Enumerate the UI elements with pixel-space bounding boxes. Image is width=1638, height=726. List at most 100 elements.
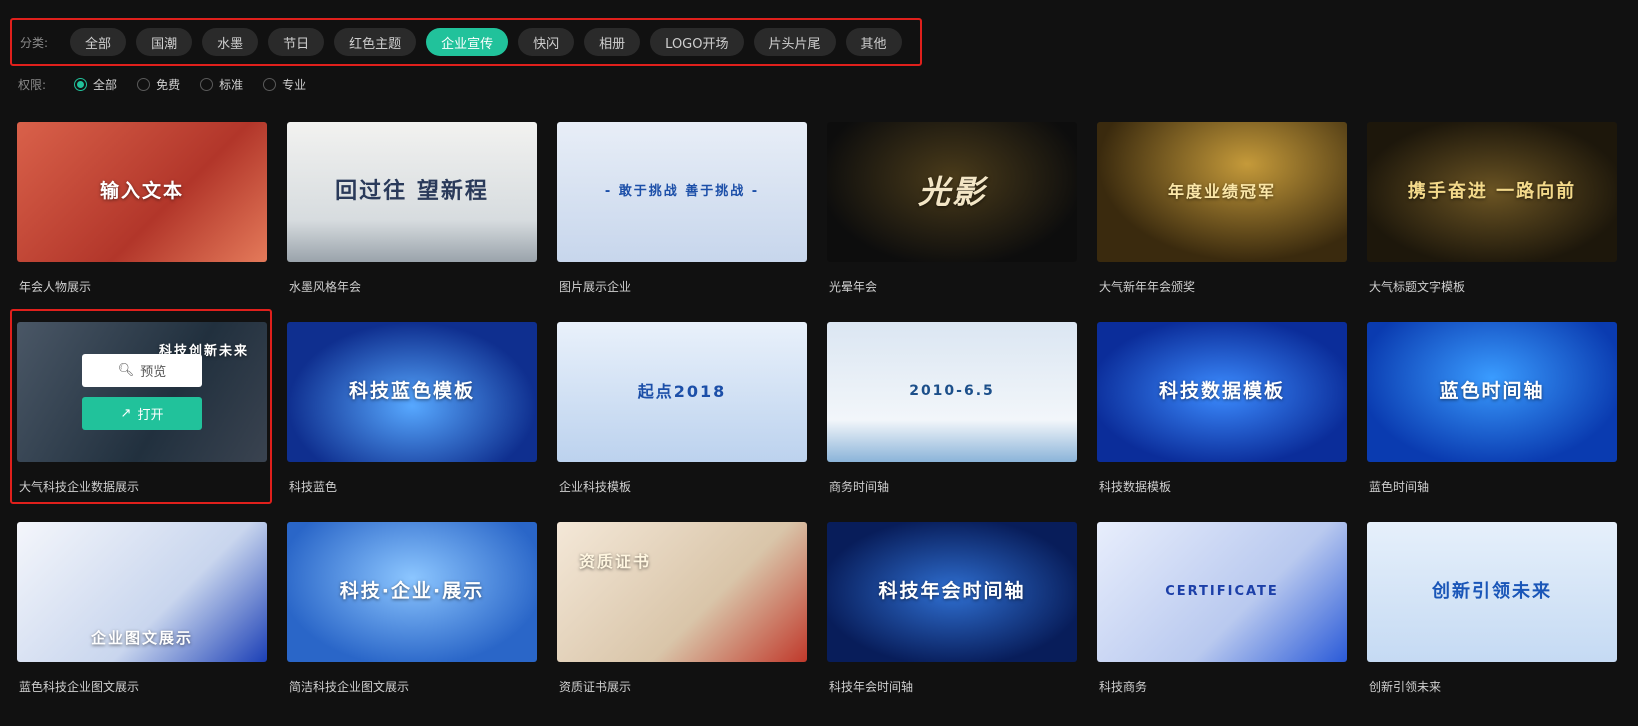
template-card[interactable]: - 敢于挑战 善于挑战 - 图片展示企业 xyxy=(557,122,807,322)
template-thumbnail[interactable]: CERTIFICATE xyxy=(1097,522,1347,662)
template-title: 图片展示企业 xyxy=(559,280,632,294)
thumbnail-caption: 年度业绩冠军 xyxy=(1167,182,1276,201)
template-card[interactable]: 携手奋进 一路向前 大气标题文字模板 xyxy=(1367,122,1617,322)
template-title: 大气新年年会颁奖 xyxy=(1099,280,1196,294)
permission-all-label: 全部 xyxy=(93,77,118,92)
template-card[interactable]: 回过往 望新程 水墨风格年会 xyxy=(287,122,537,322)
template-title: 年会人物展示 xyxy=(19,280,92,294)
template-card[interactable]: 光影 光晕年会 xyxy=(827,122,1077,322)
template-title: 商务时间轴 xyxy=(829,480,890,494)
template-card[interactable]: 年度业绩冠军 大气新年年会颁奖 xyxy=(1097,122,1347,322)
thumbnail-caption: 科技数据模板 xyxy=(1158,380,1285,403)
preview-label: 预览 xyxy=(140,365,167,380)
chip-red-theme[interactable]: 红色主题 xyxy=(334,28,417,56)
template-card[interactable]: 资质证书 资质证书展示 xyxy=(557,522,807,722)
permission-standard[interactable]: 标准 xyxy=(200,76,243,93)
template-thumbnail[interactable]: 光影 xyxy=(827,122,1077,262)
template-card[interactable]: 科技蓝色模板 科技蓝色 xyxy=(287,322,537,522)
preview-button[interactable]: 🔍︎ 预览 xyxy=(82,354,202,387)
template-card[interactable]: 科技数据模板 科技数据模板 xyxy=(1097,322,1347,522)
template-title: 资质证书展示 xyxy=(559,680,632,694)
template-title: 创新引领未来 xyxy=(1369,680,1442,694)
template-card[interactable]: 企业图文展示 蓝色科技企业图文展示 xyxy=(17,522,267,722)
template-thumbnail[interactable]: 资质证书 xyxy=(557,522,807,662)
category-filter-bar: 分类: 全部 国潮 水墨 节日 红色主题 企业宣传 快闪 相册 LOGO开场 片… xyxy=(10,18,922,66)
thumbnail-caption: 回过往 望新程 xyxy=(335,179,489,205)
template-thumbnail[interactable]: 科技年会时间轴 xyxy=(827,522,1077,662)
template-thumbnail[interactable]: 科技创新未来 🔍︎ 预览 ↗ 打开 xyxy=(17,322,267,462)
chip-album[interactable]: 相册 xyxy=(584,28,641,56)
template-title: 大气标题文字模板 xyxy=(1369,280,1466,294)
template-title: 科技蓝色 xyxy=(289,480,338,494)
thumbnail-caption: 科技·企业·展示 xyxy=(339,580,485,603)
template-grid: 输入文本 年会人物展示 回过往 望新程 水墨风格年会 - 敢于挑战 善于挑战 -… xyxy=(10,122,1617,722)
template-thumbnail[interactable]: 企业图文展示 xyxy=(17,522,267,662)
template-thumbnail[interactable]: 科技数据模板 xyxy=(1097,322,1347,462)
radio-icon[interactable] xyxy=(200,77,214,91)
permission-free[interactable]: 免费 xyxy=(137,76,180,93)
template-card[interactable]: 科技·企业·展示 简洁科技企业图文展示 xyxy=(287,522,537,722)
template-thumbnail[interactable]: 输入文本 xyxy=(17,122,267,262)
template-card[interactable]: 2010-6.5 商务时间轴 xyxy=(827,322,1077,522)
template-thumbnail[interactable]: 回过往 望新程 xyxy=(287,122,537,262)
template-card[interactable]: 输入文本 年会人物展示 xyxy=(17,122,267,322)
thumbnail-caption: 光影 xyxy=(917,173,986,211)
thumbnail-caption: 科技蓝色模板 xyxy=(348,380,475,403)
template-thumbnail[interactable]: - 敢于挑战 善于挑战 - xyxy=(557,122,807,262)
thumbnail-caption: - 敢于挑战 善于挑战 - xyxy=(604,183,760,199)
template-title: 科技年会时间轴 xyxy=(829,680,914,694)
radio-checked-icon[interactable] xyxy=(74,77,88,91)
template-thumbnail[interactable]: 起点2018 xyxy=(557,322,807,462)
template-thumbnail[interactable]: 携手奋进 一路向前 xyxy=(1367,122,1617,262)
permission-pro[interactable]: 专业 xyxy=(263,76,306,93)
permission-filter: 权限: 全部 免费 标准 专业 xyxy=(18,74,326,94)
radio-icon[interactable] xyxy=(137,77,151,91)
chip-corporate[interactable]: 企业宣传 xyxy=(426,28,509,56)
template-title: 蓝色科技企业图文展示 xyxy=(19,680,140,694)
template-card[interactable]: 创新引领未来 创新引领未来 xyxy=(1367,522,1617,722)
chip-other[interactable]: 其他 xyxy=(845,28,902,56)
chip-flash[interactable]: 快闪 xyxy=(518,28,575,56)
template-card[interactable]: CERTIFICATE 科技商务 xyxy=(1097,522,1347,722)
template-title: 水墨风格年会 xyxy=(289,280,362,294)
search-icon: 🔍︎ xyxy=(117,363,135,378)
chip-ink[interactable]: 水墨 xyxy=(202,28,259,56)
template-card[interactable]: 起点2018 企业科技模板 xyxy=(557,322,807,522)
chip-festival[interactable]: 节日 xyxy=(268,28,325,56)
template-thumbnail[interactable]: 科技·企业·展示 xyxy=(287,522,537,662)
permission-pro-label: 专业 xyxy=(282,77,307,92)
permission-free-label: 免费 xyxy=(156,77,181,92)
thumbnail-caption: 携手奋进 一路向前 xyxy=(1407,180,1577,202)
arrow-up-right-icon: ↗ xyxy=(120,406,132,421)
thumbnail-caption: 科技年会时间轴 xyxy=(878,580,1026,603)
category-chips: 全部 国潮 水墨 节日 红色主题 企业宣传 快闪 相册 LOGO开场 片头片尾 … xyxy=(70,28,902,56)
template-thumbnail[interactable]: 创新引领未来 xyxy=(1367,522,1617,662)
thumbnail-caption: 创新引领未来 xyxy=(1432,580,1552,602)
radio-icon[interactable] xyxy=(263,77,277,91)
chip-guochao[interactable]: 国潮 xyxy=(136,28,193,56)
thumbnail-caption: 企业图文展示 xyxy=(90,629,193,648)
template-thumbnail[interactable]: 2010-6.5 xyxy=(827,322,1077,462)
template-title: 企业科技模板 xyxy=(559,480,632,494)
open-button[interactable]: ↗ 打开 xyxy=(82,397,202,430)
category-label: 分类: xyxy=(20,35,49,50)
template-card[interactable]: 科技年会时间轴 科技年会时间轴 xyxy=(827,522,1077,722)
chip-all[interactable]: 全部 xyxy=(70,28,127,56)
template-card[interactable]: 蓝色时间轴 蓝色时间轴 xyxy=(1367,322,1617,522)
template-title: 光晕年会 xyxy=(829,280,878,294)
thumbnail-caption: 资质证书 xyxy=(579,552,652,571)
template-thumbnail[interactable]: 蓝色时间轴 xyxy=(1367,322,1617,462)
template-card-hovered[interactable]: 科技创新未来 🔍︎ 预览 ↗ 打开 大气科技企业数据展示 xyxy=(10,309,272,522)
thumbnail-caption: 蓝色时间轴 xyxy=(1439,380,1545,403)
template-thumbnail[interactable]: 科技蓝色模板 xyxy=(287,322,537,462)
thumbnail-caption: CERTIFICATE xyxy=(1165,583,1279,599)
thumbnail-caption: 2010-6.5 xyxy=(909,383,995,400)
hover-actions: 🔍︎ 预览 ↗ 打开 xyxy=(82,354,202,430)
thumbnail-caption: 输入文本 xyxy=(99,180,184,203)
template-thumbnail[interactable]: 年度业绩冠军 xyxy=(1097,122,1347,262)
chip-intro-outro[interactable]: 片头片尾 xyxy=(753,28,836,56)
chip-logo-intro[interactable]: LOGO开场 xyxy=(650,28,744,56)
template-title: 大气科技企业数据展示 xyxy=(19,480,140,494)
permission-all[interactable]: 全部 xyxy=(74,76,117,93)
template-title: 科技商务 xyxy=(1099,680,1148,694)
